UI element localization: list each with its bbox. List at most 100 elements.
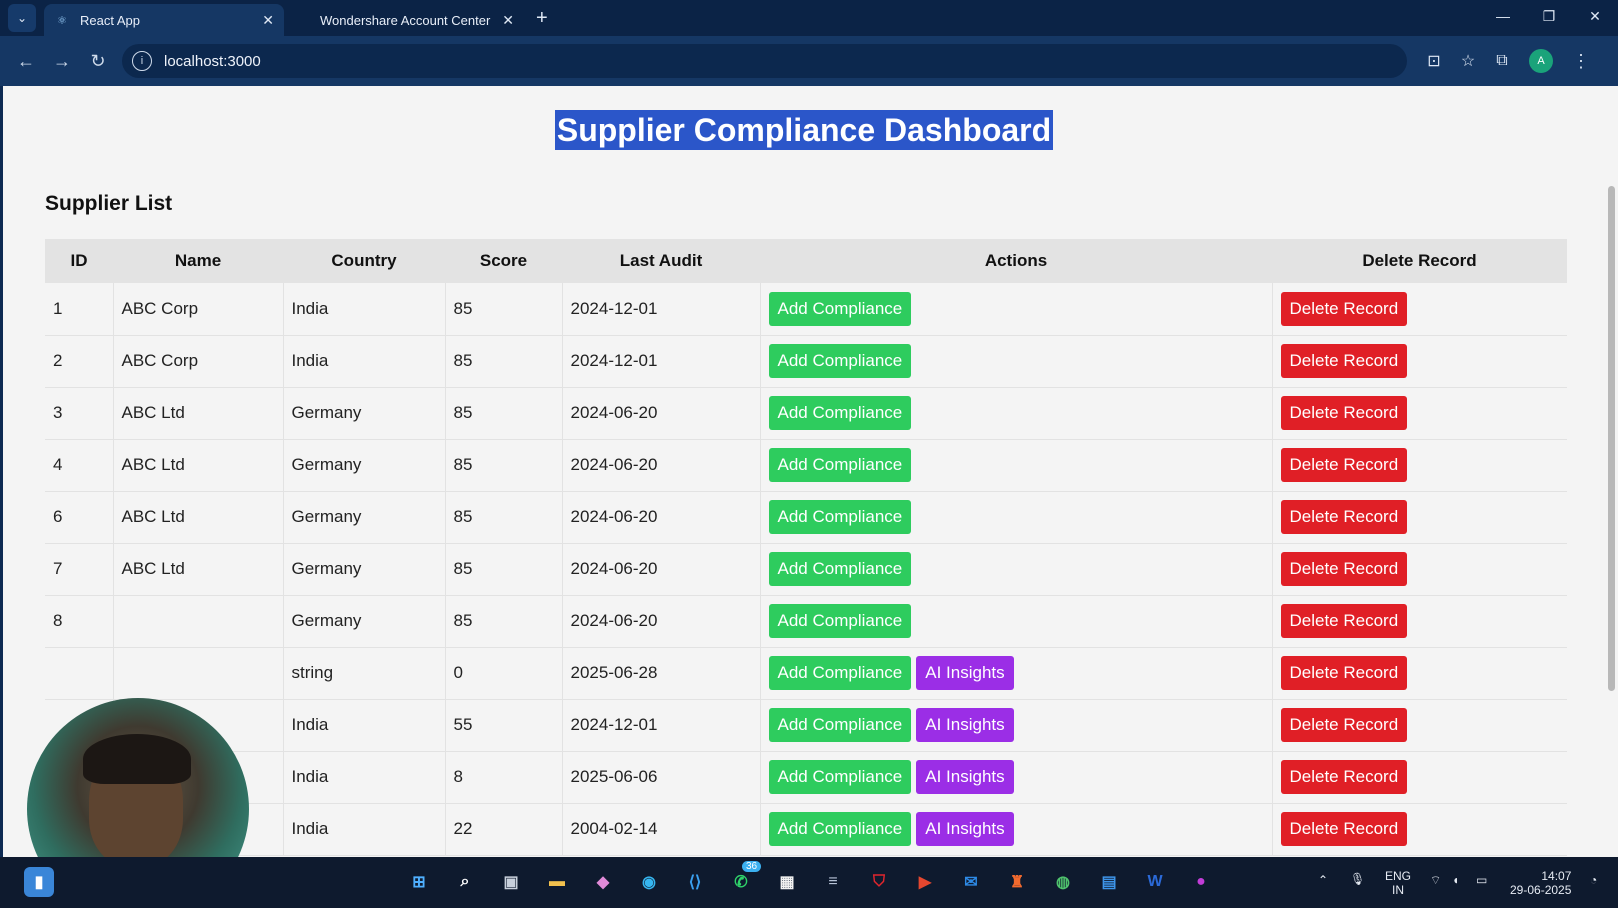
task-view-icon[interactable]: ▣ <box>496 867 526 897</box>
chrome-icon[interactable]: ◍ <box>1048 867 1078 897</box>
add-compliance-button[interactable]: Add Compliance <box>768 500 912 534</box>
window-close-icon[interactable]: ✕ <box>1572 0 1618 32</box>
delete-record-button[interactable]: Delete Record <box>1280 291 1408 326</box>
minimize-icon[interactable]: — <box>1480 0 1526 32</box>
last-audit-cell: 2024-12-01 <box>562 699 761 752</box>
edge-icon[interactable]: ◉ <box>634 867 664 897</box>
clock-time[interactable]: 14:07 <box>1510 869 1571 883</box>
close-icon[interactable]: ✕ <box>502 12 514 29</box>
microphone-icon[interactable]: 🎙 <box>1350 872 1365 886</box>
delete-cell: Delete Record <box>1272 543 1567 596</box>
notifications-icon[interactable]: ◔ <box>1590 873 1597 887</box>
language-label[interactable]: ENG <box>1385 869 1411 883</box>
delete-cell: Delete Record <box>1272 491 1567 544</box>
add-compliance-button[interactable]: Add Compliance <box>768 396 912 430</box>
mcafee-icon[interactable]: ⛉ <box>864 867 894 897</box>
country-cell: India <box>283 803 446 856</box>
actions-cell: Add Compliance <box>760 595 1273 648</box>
site-info-icon[interactable]: i <box>132 51 152 71</box>
install-app-icon[interactable]: ⊡ <box>1417 44 1451 78</box>
table-row: 6 ABC Ltd Germany 85 2024-06-20 Add Complianc… <box>45 491 1567 544</box>
file-explorer-icon[interactable]: ▬ <box>542 867 572 897</box>
vscode-icon[interactable]: ⟨⟩ <box>680 867 710 897</box>
tab-react-app[interactable]: ⚛ React App ✕ <box>44 4 284 36</box>
id-cell: 8 <box>45 595 114 648</box>
country-cell: string <box>283 647 446 700</box>
page-scrollbar[interactable] <box>1605 86 1618 857</box>
tab-wondershare[interactable]: Wondershare Account Center ✕ <box>284 4 524 36</box>
add-compliance-button[interactable]: Add Compliance <box>768 708 912 742</box>
add-compliance-button[interactable]: Add Compliance <box>768 291 912 326</box>
delete-record-button[interactable]: Delete Record <box>1280 656 1408 690</box>
media-icon[interactable]: ▶ <box>910 867 940 897</box>
delete-record-button[interactable]: Delete Record <box>1280 552 1408 586</box>
word-icon[interactable]: W <box>1140 867 1170 897</box>
start-icon[interactable]: ⊞ <box>404 867 434 897</box>
browser-menu-icon[interactable]: ⋮ <box>1563 43 1599 79</box>
back-icon[interactable]: ← <box>8 43 44 79</box>
tray-expand-icon[interactable]: ⌃ <box>1318 873 1328 887</box>
extensions-icon[interactable]: ⧉ <box>1485 44 1519 78</box>
new-tab-button[interactable]: + <box>536 7 548 30</box>
volume-icon[interactable]: ◖ <box>1452 873 1459 887</box>
webcam-hair <box>83 734 191 784</box>
add-compliance-button[interactable]: Add Compliance <box>768 760 912 794</box>
delete-record-button[interactable]: Delete Record <box>1280 760 1408 794</box>
name-cell: ABC Corp <box>113 283 284 336</box>
table-row: 1 ABC Corp India 85 2024-12-01 Add Compliance… <box>45 283 1567 336</box>
copilot-icon[interactable]: ◆ <box>588 867 618 897</box>
forward-icon[interactable]: → <box>44 43 80 79</box>
name-cell: ABC Ltd <box>113 491 284 544</box>
delete-record-button[interactable]: Delete Record <box>1280 500 1408 534</box>
add-compliance-button[interactable]: Add Compliance <box>768 448 912 482</box>
wifi-icon[interactable]: ⌔ <box>1430 873 1441 888</box>
column-header-score: Score <box>445 239 562 283</box>
clock-date[interactable]: 29-06-2025 <box>1510 883 1571 897</box>
store-icon[interactable]: ▦ <box>772 867 802 897</box>
name-cell: ABC Ltd <box>113 543 284 596</box>
tab-title: React App <box>80 12 140 28</box>
add-compliance-button[interactable]: Add Compliance <box>768 812 912 846</box>
country-cell: India <box>283 283 446 336</box>
brave-icon[interactable]: ♜ <box>1002 867 1032 897</box>
actions-cell: Add Compliance <box>760 387 1273 440</box>
add-compliance-button[interactable]: Add Compliance <box>768 552 912 586</box>
address-bar[interactable]: i localhost:3000 <box>122 44 1407 78</box>
delete-record-button[interactable]: Delete Record <box>1280 812 1408 846</box>
delete-record-button[interactable]: Delete Record <box>1280 604 1408 638</box>
ai-insights-button[interactable]: AI Insights <box>916 760 1014 794</box>
search-icon[interactable]: ⌕ <box>450 867 480 897</box>
outlook-icon[interactable]: ✉ <box>956 867 986 897</box>
ai-insights-button[interactable]: AI Insights <box>916 708 1014 742</box>
delete-record-button[interactable]: Delete Record <box>1280 708 1408 742</box>
bookmark-star-icon[interactable]: ☆ <box>1451 44 1485 78</box>
profile-avatar[interactable]: A <box>1529 49 1553 73</box>
delete-record-button[interactable]: Delete Record <box>1280 396 1408 430</box>
last-audit-cell: 2024-06-20 <box>562 491 761 544</box>
add-compliance-button[interactable]: Add Compliance <box>768 656 912 690</box>
delete-record-button[interactable]: Delete Record <box>1280 344 1408 378</box>
id-cell: 7 <box>45 543 114 596</box>
region-label[interactable]: IN <box>1385 883 1411 897</box>
restore-icon[interactable]: ❐ <box>1526 0 1572 32</box>
tab-search-button[interactable]: ⌄ <box>8 4 36 32</box>
close-icon[interactable]: ✕ <box>262 12 274 29</box>
reload-icon[interactable]: ↻ <box>80 43 116 79</box>
score-cell: 85 <box>445 439 563 492</box>
widgets-icon[interactable]: ▮ <box>24 867 54 897</box>
id-cell <box>45 647 114 700</box>
name-cell: ABC Ltd <box>113 387 284 440</box>
add-compliance-button[interactable]: Add Compliance <box>768 604 912 638</box>
scrollbar-thumb[interactable] <box>1608 186 1615 691</box>
delete-cell: Delete Record <box>1272 283 1567 336</box>
app-icon[interactable]: ▤ <box>1094 867 1124 897</box>
battery-icon[interactable]: ▭ <box>1476 873 1487 887</box>
delete-cell: Delete Record <box>1272 699 1567 752</box>
table-row: India 55 2024-12-01 Add Compliance AI Insigh… <box>45 699 1567 752</box>
recorder-icon[interactable]: ● <box>1186 867 1216 897</box>
add-compliance-button[interactable]: Add Compliance <box>768 344 912 378</box>
ai-insights-button[interactable]: AI Insights <box>916 656 1014 690</box>
ai-insights-button[interactable]: AI Insights <box>916 812 1014 846</box>
delete-record-button[interactable]: Delete Record <box>1280 448 1408 482</box>
terminal-icon[interactable]: ≡ <box>818 867 848 897</box>
